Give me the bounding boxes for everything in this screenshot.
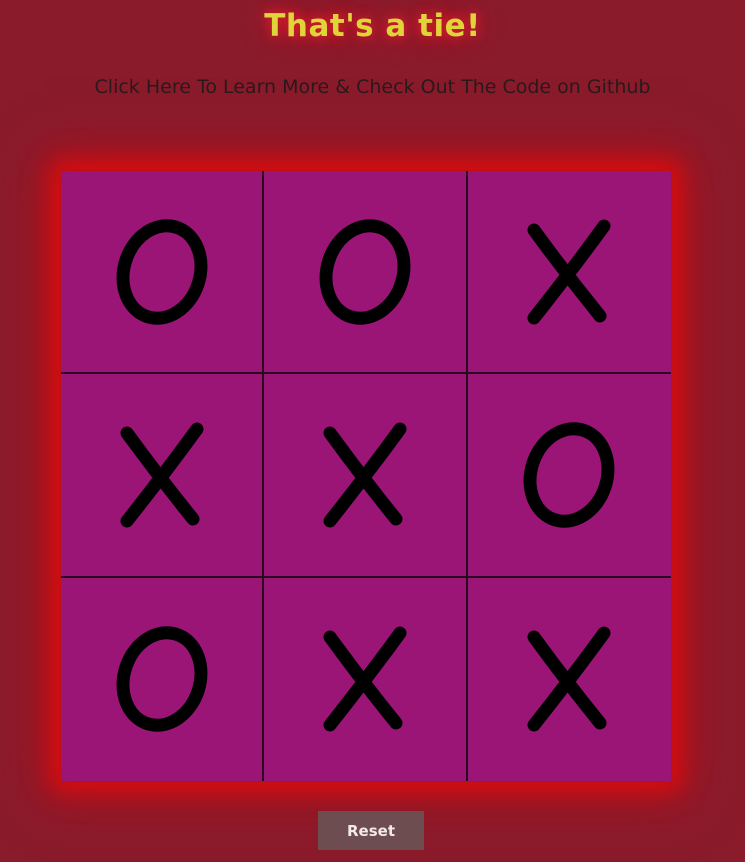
board-cell-9[interactable] bbox=[468, 578, 671, 781]
o-mark-icon bbox=[523, 422, 615, 528]
board-cell-1[interactable] bbox=[61, 171, 265, 375]
o-mark-icon bbox=[116, 626, 208, 733]
x-mark-icon bbox=[527, 219, 611, 325]
board-cell-4[interactable] bbox=[61, 374, 265, 578]
board-cell-3[interactable] bbox=[467, 171, 671, 375]
x-mark-icon bbox=[323, 422, 407, 528]
x-mark-icon bbox=[527, 626, 611, 732]
board-cell-7[interactable] bbox=[61, 577, 265, 781]
o-mark-icon bbox=[116, 218, 208, 325]
game-status: That's a tie! bbox=[264, 8, 481, 44]
o-mark-icon bbox=[319, 218, 411, 325]
game-board bbox=[61, 171, 671, 781]
board-cell-6[interactable] bbox=[467, 374, 671, 578]
board-cell-8[interactable] bbox=[264, 577, 468, 781]
x-mark-icon bbox=[323, 626, 407, 732]
x-mark-icon bbox=[120, 422, 204, 528]
board-cell-5[interactable] bbox=[264, 374, 468, 578]
reset-button[interactable]: Reset bbox=[318, 811, 424, 850]
github-link[interactable]: Click Here To Learn More & Check Out The… bbox=[0, 76, 745, 98]
board-cell-2[interactable] bbox=[264, 171, 468, 375]
